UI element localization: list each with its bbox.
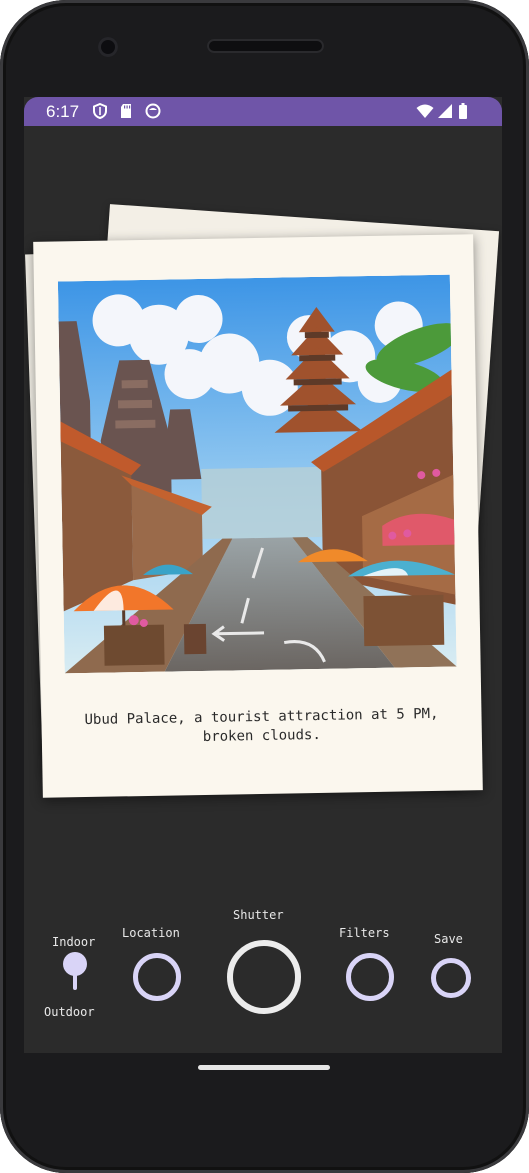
cell-signal-icon (438, 104, 452, 118)
indoor-label: Indoor (52, 935, 96, 949)
street-scene-image (57, 274, 457, 674)
battery-icon (459, 103, 467, 119)
location-label: Location (122, 926, 180, 940)
earpiece-speaker (207, 39, 324, 53)
shield-icon (93, 103, 107, 119)
polaroid-card: Ubud Palace, a tourist attraction at 5 P… (33, 234, 483, 798)
filters-label: Filters (339, 926, 390, 940)
shutter-label: Shutter (233, 908, 284, 922)
screen: 6:17 Ubud Palace, a tourist attraction a… (24, 97, 502, 1053)
status-bar: 6:17 (24, 97, 502, 126)
phone-frame: 6:17 Ubud Palace, a tourist attraction a… (0, 0, 529, 1173)
shutter-button[interactable] (227, 940, 301, 1014)
status-time: 6:17 (46, 102, 80, 121)
toggle-thumb (63, 952, 87, 976)
sd-card-icon (121, 104, 131, 118)
indoor-outdoor-toggle[interactable] (62, 952, 88, 994)
home-gesture-bar[interactable] (198, 1065, 330, 1070)
photo-caption: Ubud Palace, a tourist attraction at 5 P… (84, 705, 439, 745)
filters-button[interactable] (346, 953, 394, 1001)
outdoor-label: Outdoor (44, 1005, 95, 1019)
app-icon (145, 103, 161, 119)
save-button[interactable] (431, 958, 471, 998)
location-button[interactable] (133, 953, 181, 1001)
save-label: Save (434, 932, 463, 946)
front-camera (98, 37, 118, 57)
wifi-icon (416, 104, 434, 118)
